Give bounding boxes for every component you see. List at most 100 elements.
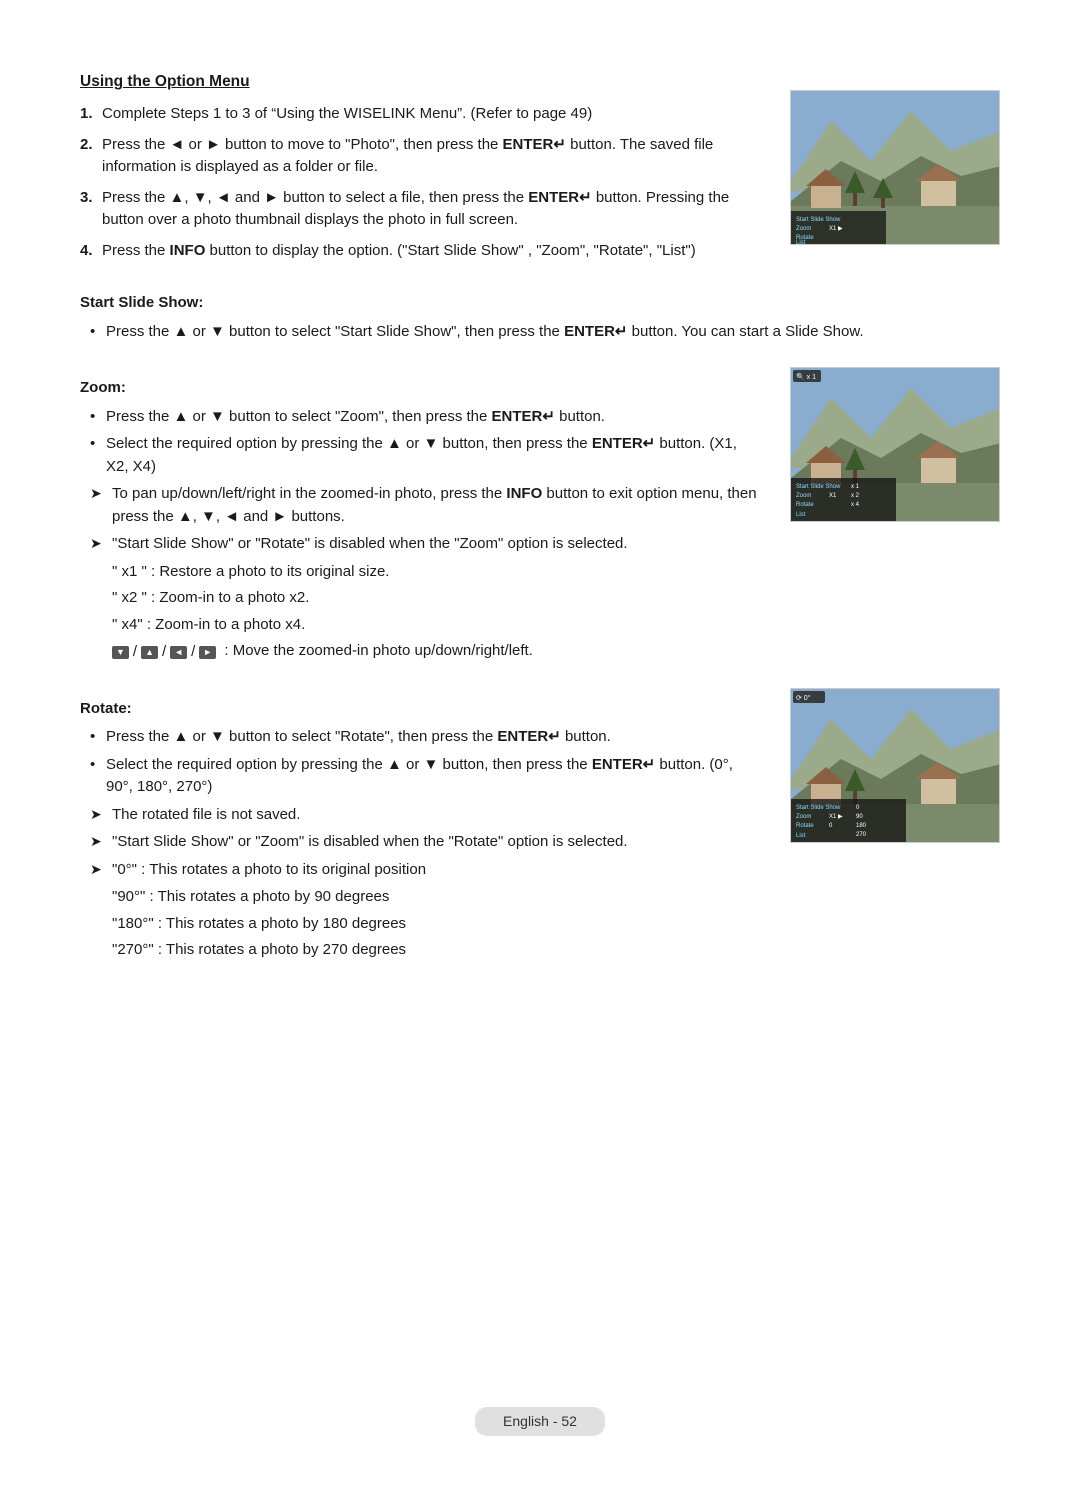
enter-ss: ENTER↵ — [564, 323, 627, 340]
zoom-section: Zoom: • Press the ▲ or ▼ button to selec… — [80, 357, 1000, 668]
svg-text:⟳ 0°: ⟳ 0° — [796, 694, 811, 702]
zoom-arrow-1: ➤ To pan up/down/left/right in the zoome… — [80, 483, 760, 528]
dir-left: ◄ — [170, 646, 187, 659]
svg-text:Zoom: Zoom — [796, 814, 811, 820]
svg-text:Zoom: Zoom — [796, 493, 811, 499]
rotate-arrow-2: ➤ "Start Slide Show" or "Zoom" is disabl… — [80, 831, 760, 854]
photo-thumb-1: Start Slide Show Zoom X1 ▶ Rotate List — [790, 90, 1000, 245]
rotate-arrow-list: ➤ The rotated file is not saved. ➤ "Star… — [80, 804, 760, 854]
rot-deg-0-text: "0°" : This rotates a photo to its origi… — [112, 859, 426, 882]
thumb-2-svg: 🔍 x 1 Start Slide Show Zoom X1 x 1 x 2 x… — [791, 368, 1000, 522]
enter-z2: ENTER↵ — [592, 435, 655, 452]
dir-right: ► — [199, 646, 216, 659]
page: Using the Option Menu 1. Complete Steps … — [0, 0, 1080, 1486]
zoom-arr2: ➤ — [90, 533, 112, 556]
start-slide-show-title: Start Slide Show: — [80, 292, 1000, 315]
zoom-x1: " x1 " : Restore a photo to its original… — [80, 561, 760, 584]
thumb-3-svg: ⟳ 0° Start Slide Show Zoom X1 ▶ Rotate 0… — [791, 689, 1000, 843]
rotate-title: Rotate: — [80, 698, 760, 721]
svg-text:🔍 x 1: 🔍 x 1 — [796, 372, 816, 381]
svg-text:List: List — [796, 512, 806, 518]
zoom-image-container: 🔍 x 1 Start Slide Show Zoom X1 x 1 x 2 x… — [790, 367, 1000, 668]
zoom-bullet-list: • Press the ▲ or ▼ button to select "Zoo… — [80, 406, 760, 479]
item-2-text: Press the ◄ or ► button to move to "Phot… — [102, 134, 760, 179]
enter-z1: ENTER↵ — [492, 408, 555, 425]
zoom-arr1: ➤ — [90, 483, 112, 528]
zoom-dir-text: : Move the zoomed-in photo up/down/right… — [224, 642, 533, 659]
top-text: Using the Option Menu 1. Complete Steps … — [80, 70, 760, 272]
start-slide-show-section: Start Slide Show: • Press the ▲ or ▼ but… — [80, 292, 1000, 343]
zoom-b1-text: Press the ▲ or ▼ button to select "Zoom"… — [106, 406, 605, 429]
top-image-container: Start Slide Show Zoom X1 ▶ Rotate List — [790, 90, 1000, 272]
num-4: 4. — [80, 240, 102, 263]
svg-text:180: 180 — [856, 823, 867, 829]
zoom-arrow-2: ➤ "Start Slide Show" or "Rotate" is disa… — [80, 533, 760, 556]
dir-down: ▼ — [112, 646, 129, 659]
num-2: 2. — [80, 134, 102, 179]
enter-r1: ENTER↵ — [497, 728, 560, 745]
rot-arr2: ➤ — [90, 831, 112, 854]
rot-b2: • — [90, 754, 106, 799]
zoom-arr1-text: To pan up/down/left/right in the zoomed-… — [112, 483, 760, 528]
svg-text:X1 ▶: X1 ▶ — [829, 814, 843, 820]
dir-up: ▲ — [141, 646, 158, 659]
rotate-image-container: ⟳ 0° Start Slide Show Zoom X1 ▶ Rotate 0… — [790, 688, 1000, 966]
list-item-1: 1. Complete Steps 1 to 3 of “Using the W… — [80, 103, 760, 126]
rotate-deg-0: ➤ "0°" : This rotates a photo to its ori… — [80, 859, 760, 882]
info-z: INFO — [506, 485, 542, 502]
zoom-bullet-2: • Select the required option by pressing… — [80, 433, 760, 478]
zoom-arrow-list: ➤ To pan up/down/left/right in the zoome… — [80, 483, 760, 556]
rotate-text: Rotate: • Press the ▲ or ▼ button to sel… — [80, 678, 760, 966]
start-slide-show-item: • Press the ▲ or ▼ button to select "Sta… — [80, 321, 1000, 344]
item-4-text: Press the INFO button to display the opt… — [102, 240, 696, 263]
rotate-bullet-1: • Press the ▲ or ▼ button to select "Rot… — [80, 726, 760, 749]
section-title: Using the Option Menu — [80, 70, 760, 93]
main-numbered-list: 1. Complete Steps 1 to 3 of “Using the W… — [80, 103, 760, 262]
rot-arr2-text: "Start Slide Show" or "Zoom" is disabled… — [112, 831, 628, 854]
photo-thumb-3: ⟳ 0° Start Slide Show Zoom X1 ▶ Rotate 0… — [790, 688, 1000, 843]
svg-text:X1: X1 — [829, 493, 837, 499]
photo-thumb-2: 🔍 x 1 Start Slide Show Zoom X1 x 1 x 2 x… — [790, 367, 1000, 522]
svg-text:X1 ▶: X1 ▶ — [829, 226, 843, 232]
dir-btn-group: ▼ / ▲ / ◄ / ► — [112, 641, 216, 664]
item-3-text: Press the ▲, ▼, ◄ and ► button to select… — [102, 187, 760, 232]
top-section: Using the Option Menu 1. Complete Steps … — [80, 70, 1000, 272]
zoom-b1: • — [90, 406, 106, 429]
rotate-bullet-list: • Press the ▲ or ▼ button to select "Rot… — [80, 726, 760, 799]
enter-r2: ENTER↵ — [592, 756, 655, 773]
svg-text:Rotate: Rotate — [796, 502, 814, 508]
zoom-arr2-text: "Start Slide Show" or "Rotate" is disabl… — [112, 533, 628, 556]
rot-arr1-text: The rotated file is not saved. — [112, 804, 300, 827]
rot-b2-text: Select the required option by pressing t… — [106, 754, 760, 799]
rot-arr1: ➤ — [90, 804, 112, 827]
zoom-title: Zoom: — [80, 377, 760, 400]
svg-text:90: 90 — [856, 814, 863, 820]
rot-b1: • — [90, 726, 106, 749]
zoom-text: Zoom: • Press the ▲ or ▼ button to selec… — [80, 357, 760, 668]
svg-text:List: List — [796, 240, 806, 245]
svg-text:Start Slide Show: Start Slide Show — [796, 484, 841, 490]
svg-text:270: 270 — [856, 832, 867, 838]
item-1-text: Complete Steps 1 to 3 of “Using the WISE… — [102, 103, 592, 126]
bullet-start: • — [90, 321, 106, 344]
svg-text:Zoom: Zoom — [796, 226, 811, 232]
enter-3: ENTER↵ — [528, 189, 591, 206]
dir-sep1: / — [131, 641, 139, 664]
svg-text:Start Slide Show: Start Slide Show — [796, 805, 841, 811]
num-1: 1. — [80, 103, 102, 126]
rotate-deg-180: "180°" : This rotates a photo by 180 deg… — [80, 913, 760, 936]
zoom-dir-btns: ▼ / ▲ / ◄ / ► : Move the zoomed-in photo… — [80, 640, 760, 664]
list-item-4: 4. Press the INFO button to display the … — [80, 240, 760, 263]
zoom-bullet-1: • Press the ▲ or ▼ button to select "Zoo… — [80, 406, 760, 429]
zoom-b2-text: Select the required option by pressing t… — [106, 433, 760, 478]
dir-sep3: / — [189, 641, 197, 664]
footer-badge: English - 52 — [475, 1407, 605, 1436]
rotate-degree-list: ➤ "0°" : This rotates a photo to its ori… — [80, 859, 760, 882]
start-slide-show-text: Press the ▲ or ▼ button to select "Start… — [106, 321, 864, 344]
svg-text:Start Slide Show: Start Slide Show — [796, 217, 841, 223]
enter-2: ENTER↵ — [503, 136, 566, 153]
rotate-section: Rotate: • Press the ▲ or ▼ button to sel… — [80, 678, 1000, 966]
svg-text:Rotate: Rotate — [796, 823, 814, 829]
zoom-x2: " x2 " : Zoom-in to a photo x2. — [80, 587, 760, 610]
zoom-b2: • — [90, 433, 106, 478]
